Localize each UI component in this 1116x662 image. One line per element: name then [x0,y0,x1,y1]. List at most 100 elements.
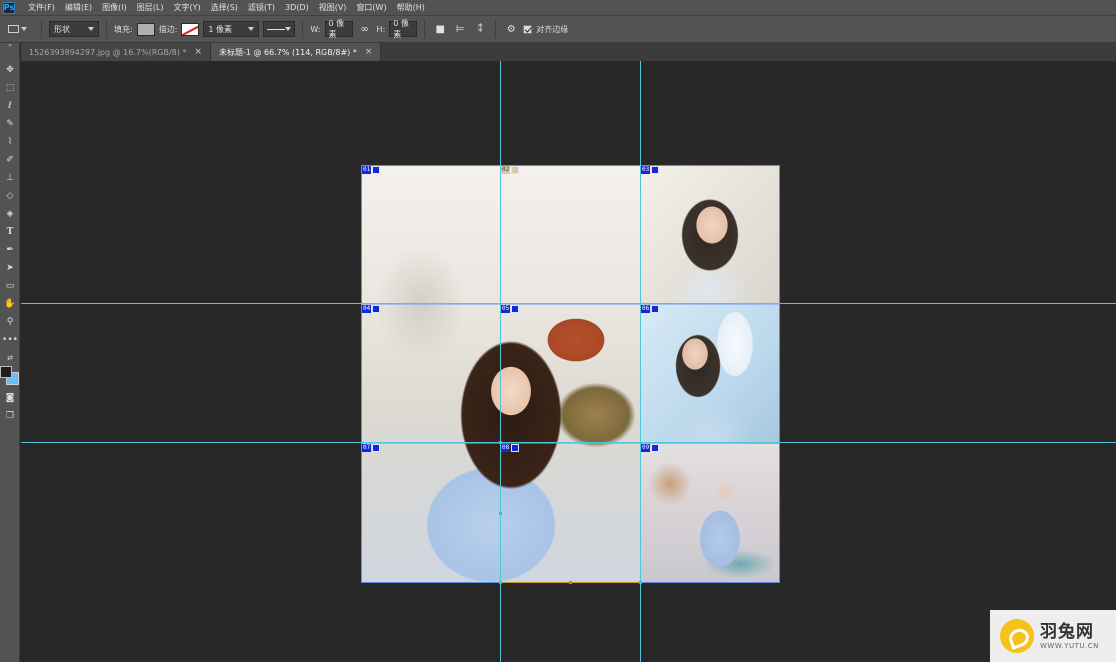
menu-type[interactable]: 文字(Y) [168,0,205,15]
selected-slice-bounds[interactable] [500,442,640,583]
photo-middle-right [640,304,780,444]
stroke-color-swatch[interactable] [181,22,200,36]
quick-select-tool-icon[interactable]: ✎ [2,117,18,131]
divider [302,20,304,38]
tab-document-1[interactable]: 1526393894297.jpg @ 16.7%(RGB/8) * × [21,43,211,61]
vertical-guide[interactable] [640,61,641,662]
yutu-logo-icon [1000,619,1034,653]
lasso-tool-icon[interactable]: ℓ [2,99,18,113]
swap-colors-icon[interactable]: ⇄ [2,351,18,365]
menu-window[interactable]: 窗口(W) [351,0,391,15]
slice-label-03[interactable]: 03 [641,166,660,174]
tab-label: 未标题-1 @ 66.7% (114, RGB/8#) * [218,47,357,57]
tab-label: 1526393894297.jpg @ 16.7%(RGB/8) * [29,47,187,57]
slice-divider [361,304,780,305]
menu-filter[interactable]: 滤镜(T) [243,0,280,15]
move-tool-icon[interactable]: ✥ [2,63,18,77]
horizontal-guide[interactable] [21,303,1116,304]
fill-color-swatch[interactable] [136,22,155,36]
image-slice-icon [651,166,660,174]
height-input[interactable]: 0 像素 [389,19,418,39]
horizontal-guide[interactable] [21,442,1116,443]
chevron-down-icon [21,27,27,31]
canvas-area[interactable]: 01 02 03 04 05 06 07 08 09 [21,61,1116,662]
divider [495,20,497,38]
slice-label-05[interactable]: 05 [501,305,520,313]
slice-number: 02 [501,166,511,174]
close-icon[interactable]: × [194,47,202,57]
slice-number: 09 [641,444,651,452]
document-tabs: 1526393894297.jpg @ 16.7%(RGB/8) * × 未标题… [21,43,1116,61]
photo-top-right [640,165,780,304]
tool-preset-picker[interactable] [8,20,34,38]
tools-panel: » ✥ ⬚ ℓ ✎ ⌇ ✐ ⊥ ◇ ◈ T ✒ ➤ ▭ ✋ ⚲ ••• ⇄ ◙ … [0,43,20,662]
vertical-guide[interactable] [500,61,501,662]
eraser-tool-icon[interactable]: ◇ [2,189,18,203]
align-edges-checkbox[interactable] [523,24,533,34]
image-slice-icon [511,305,520,313]
quick-mask-icon[interactable]: ◙ [2,391,18,405]
image-slice-icon [372,305,381,313]
type-tool-icon[interactable]: T [2,225,18,239]
rectangle-tool-icon[interactable]: ▭ [2,279,18,293]
panel-grip-icon[interactable]: » [0,43,20,49]
path-operations-icon[interactable]: ■ [432,21,448,37]
slice-number: 01 [362,166,372,174]
image-slice-icon [651,305,660,313]
photoshop-logo-icon: Ps [3,1,15,14]
width-label: W: [310,24,321,34]
width-input[interactable]: 0 像素 [324,19,353,39]
slice-number: 06 [641,305,651,313]
tool-mode-value: 形状 [54,24,70,34]
resize-handle[interactable] [569,581,572,584]
gear-icon[interactable]: ⚙ [503,21,519,37]
tab-document-2[interactable]: 未标题-1 @ 66.7% (114, RGB/8#) * × [210,43,382,61]
stroke-type-select[interactable] [263,21,296,37]
color-swatches [0,366,20,388]
chevron-down-icon [285,27,292,31]
marquee-tool-icon[interactable]: ⬚ [2,81,18,95]
brush-tool-icon[interactable]: ✐ [2,153,18,167]
slice-label-09[interactable]: 09 [641,444,660,452]
menu-image[interactable]: 图像(I) [97,0,132,15]
watermark-cn: 羽兔网 [1040,621,1094,642]
rectangle-tool-icon [8,25,19,33]
menu-file[interactable]: 文件(F) [23,0,60,15]
divider [106,20,107,38]
more-tools-icon[interactable]: ••• [2,333,18,347]
slice-label-01[interactable]: 01 [362,166,381,174]
link-icon[interactable]: ∞ [357,21,373,37]
menu-edit[interactable]: 编辑(E) [60,0,97,15]
menu-view[interactable]: 视图(V) [314,0,352,15]
fill-label: 填充: [114,24,133,34]
foreground-color-swatch[interactable] [0,366,12,378]
screen-mode-icon[interactable]: ❐ [2,409,18,423]
pen-tool-icon[interactable]: ✒ [2,243,18,257]
path-arrangement-icon[interactable]: ⁑ [472,21,488,37]
tool-mode-select[interactable]: 形状 [49,21,99,37]
menu-select[interactable]: 选择(S) [206,0,243,15]
eyedropper-tool-icon[interactable]: ⌇ [2,135,18,149]
slice-label-02[interactable]: 02 [501,166,520,174]
hand-tool-icon[interactable]: ✋ [2,297,18,311]
photo-bottom-right [640,444,780,583]
path-alignment-icon[interactable]: ⊨ [452,21,468,37]
slice-label-06[interactable]: 06 [641,305,660,313]
image-slice-icon [372,444,381,452]
zoom-tool-icon[interactable]: ⚲ [2,315,18,329]
height-label: H: [376,24,386,34]
path-select-tool-icon[interactable]: ➤ [2,261,18,275]
stroke-width-select[interactable]: 1 像素 [203,21,260,37]
menu-bar: Ps 文件(F) 编辑(E) 图像(I) 图层(L) 文字(Y) 选择(S) 滤… [0,0,1116,15]
slice-label-07[interactable]: 07 [362,444,381,452]
stamp-tool-icon[interactable]: ⊥ [2,171,18,185]
slice-label-04[interactable]: 04 [362,305,381,313]
menu-help[interactable]: 帮助(H) [392,0,430,15]
slice-number: 04 [362,305,372,313]
slice-number: 05 [501,305,511,313]
close-icon[interactable]: × [365,47,373,57]
gradient-tool-icon[interactable]: ◈ [2,207,18,221]
menu-3d[interactable]: 3D(D) [280,0,314,15]
menu-layer[interactable]: 图层(L) [132,0,169,15]
line-style-icon [267,28,286,30]
